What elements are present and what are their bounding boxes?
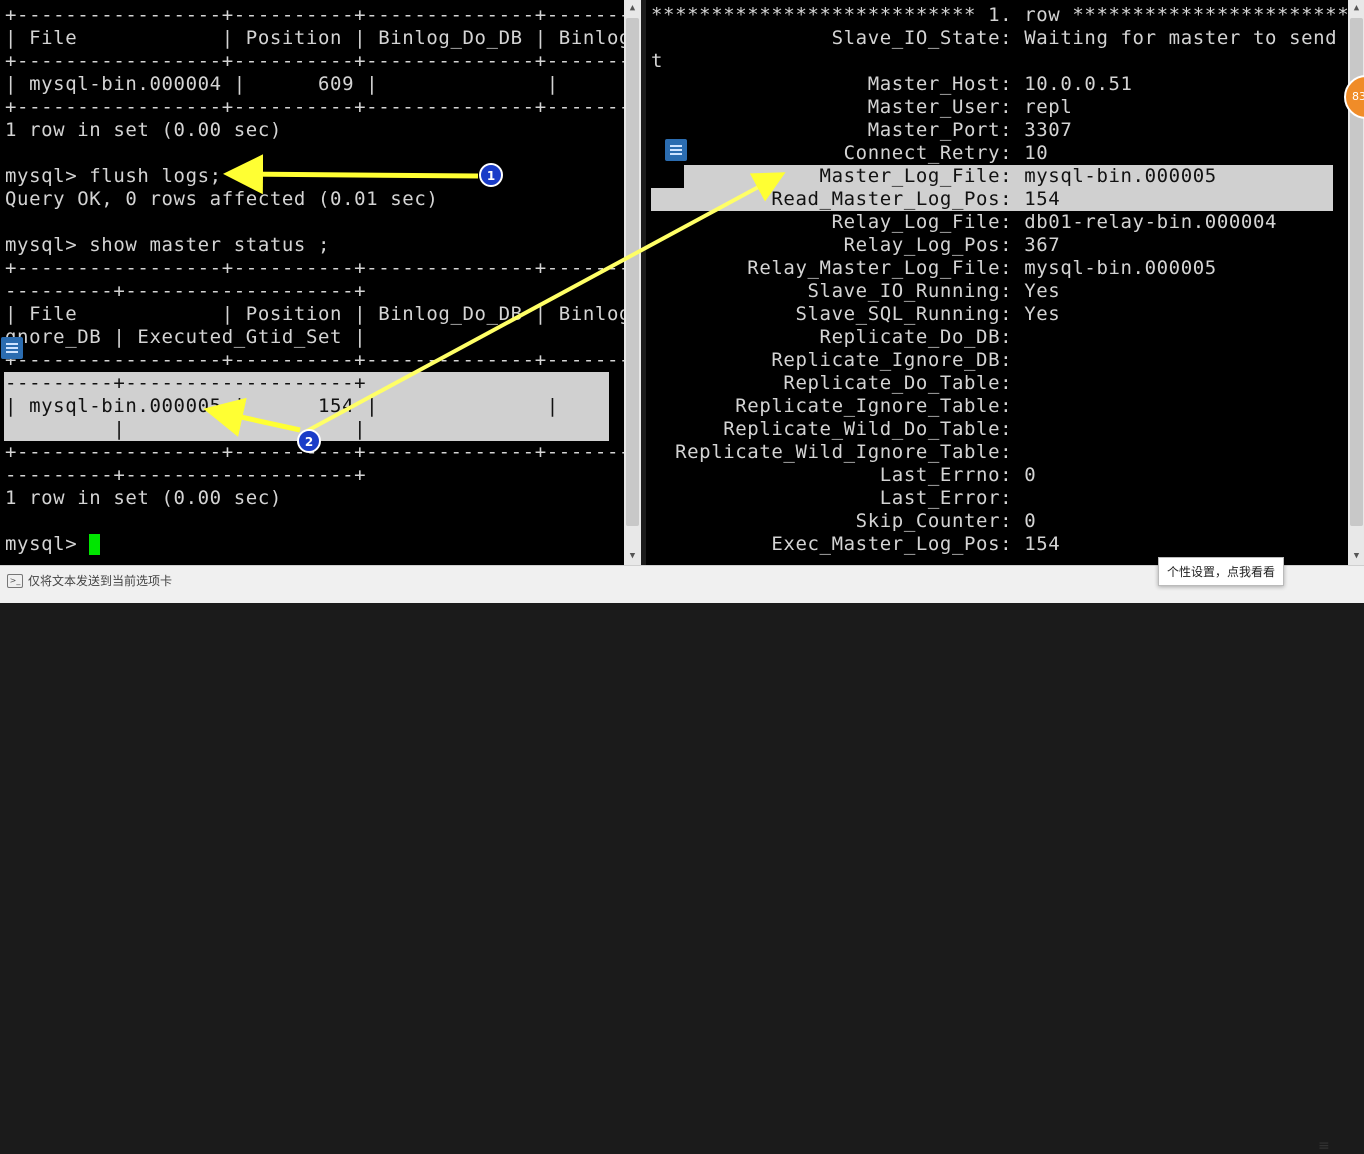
status-text[interactable]: 仅将文本发送到当前选项卡 (28, 572, 172, 589)
scroll-down-icon[interactable]: ▼ (624, 548, 641, 564)
terminal-line: | File | Position | Binlog_Do_DB | Binlo… (5, 27, 624, 49)
terminal-line: 1 row in set (0.00 sec) (5, 119, 282, 141)
terminal-line: | File | Position | Binlog_Do_DB | Binlo… (5, 303, 624, 325)
terminal-line: mysql> flush logs; (5, 165, 222, 187)
terminal-line: Exec_Master_Log_Pos: 154 (651, 533, 1061, 555)
terminal-line: +-----------------+----------+----------… (5, 50, 624, 72)
tooltip: 个性设置，点我看看 (1158, 557, 1285, 586)
terminal-line: mysql> show master status ; (5, 234, 331, 256)
send-text-icon[interactable]: >_ (7, 574, 23, 588)
terminal-line: 1 row in set (0.00 sec) (5, 487, 282, 509)
terminal-line: Replicate_Ignore_Table: (651, 395, 1013, 417)
terminal-line: ---------+-------------------+ (5, 280, 367, 302)
terminal-cursor (89, 534, 101, 555)
document-icon[interactable] (665, 139, 687, 161)
terminal-line: Replicate_Do_Table: (651, 372, 1013, 394)
terminal-line: Slave_IO_State: Waiting for master to se… (651, 27, 1348, 49)
terminal-line: +-----------------+----------+----------… (5, 257, 624, 279)
terminal-line: Read_Master_Log_Pos: 154 (651, 188, 1061, 210)
terminal-line: Last_Error: (651, 487, 1013, 509)
terminal-line: Replicate_Wild_Do_Table: (651, 418, 1013, 440)
terminal-line: Master_Log_File: mysql-bin.000005 (651, 165, 1217, 187)
terminal-line: Query OK, 0 rows affected (0.01 sec) (5, 188, 439, 210)
terminal-line: +-----------------+----------+----------… (5, 441, 624, 463)
left-scrollbar[interactable]: ▲ ▼ (624, 0, 641, 565)
document-icon[interactable] (1, 337, 23, 359)
terminal-line: t (651, 50, 664, 72)
terminal-line: Skip_Counter: 0 (651, 510, 1037, 532)
terminal-line: | | (5, 418, 367, 440)
terminal-prompt[interactable]: mysql> (5, 533, 101, 556)
terminal-line: ---------+-------------------+ (5, 464, 367, 486)
terminal-line: Master_User: repl (651, 96, 1073, 118)
terminal-line: Master_Port: 3307 (651, 119, 1073, 141)
menu-icon[interactable]: ≡ (1318, 1138, 1330, 1154)
terminal-line: +-----------------+----------+----------… (5, 4, 624, 26)
scroll-down-icon[interactable]: ▼ (1348, 548, 1364, 564)
terminal-line: gnore_DB | Executed_Gtid_Set | (5, 326, 367, 348)
terminal-line: Relay_Master_Log_File: mysql-bin.000005 (651, 257, 1217, 279)
scroll-up-icon[interactable]: ▲ (624, 0, 641, 16)
prompt-text: mysql> (5, 533, 90, 555)
terminal-line: Slave_SQL_Running: Yes (651, 303, 1061, 325)
terminal-line: +-----------------+----------+----------… (5, 96, 624, 118)
terminal-line: Replicate_Ignore_DB: (651, 349, 1013, 371)
terminal-line: Master_Host: 10.0.0.51 (651, 73, 1133, 95)
terminal-line: | mysql-bin.000004 | 609 | | (5, 73, 559, 95)
terminal-line: Relay_Log_Pos: 367 (651, 234, 1061, 256)
scroll-up-icon[interactable]: ▲ (1348, 0, 1364, 16)
terminal-line: Slave_IO_Running: Yes (651, 280, 1061, 302)
terminal-line: ---------+-------------------+ (5, 372, 367, 394)
terminal-line: | mysql-bin.000005 | 154 | | (5, 395, 559, 417)
terminal-line: Replicate_Do_DB: (651, 326, 1013, 348)
taskbar-strip (0, 595, 1364, 603)
terminal-line: *************************** 1. row *****… (651, 4, 1348, 26)
terminal-line: Replicate_Wild_Ignore_Table: (651, 441, 1013, 463)
terminal-line: Last_Errno: 0 (651, 464, 1037, 486)
terminal-line: +-----------------+----------+----------… (5, 349, 624, 371)
left-terminal-pane[interactable]: +-----------------+----------+----------… (0, 0, 624, 565)
right-terminal-pane[interactable]: *************************** 1. row *****… (646, 0, 1348, 565)
terminal-line: Connect_Retry: 10 (651, 142, 1049, 164)
terminal-line: Relay_Log_File: db01-relay-bin.000004 (651, 211, 1278, 233)
left-scrollbar-thumb[interactable] (626, 18, 639, 526)
